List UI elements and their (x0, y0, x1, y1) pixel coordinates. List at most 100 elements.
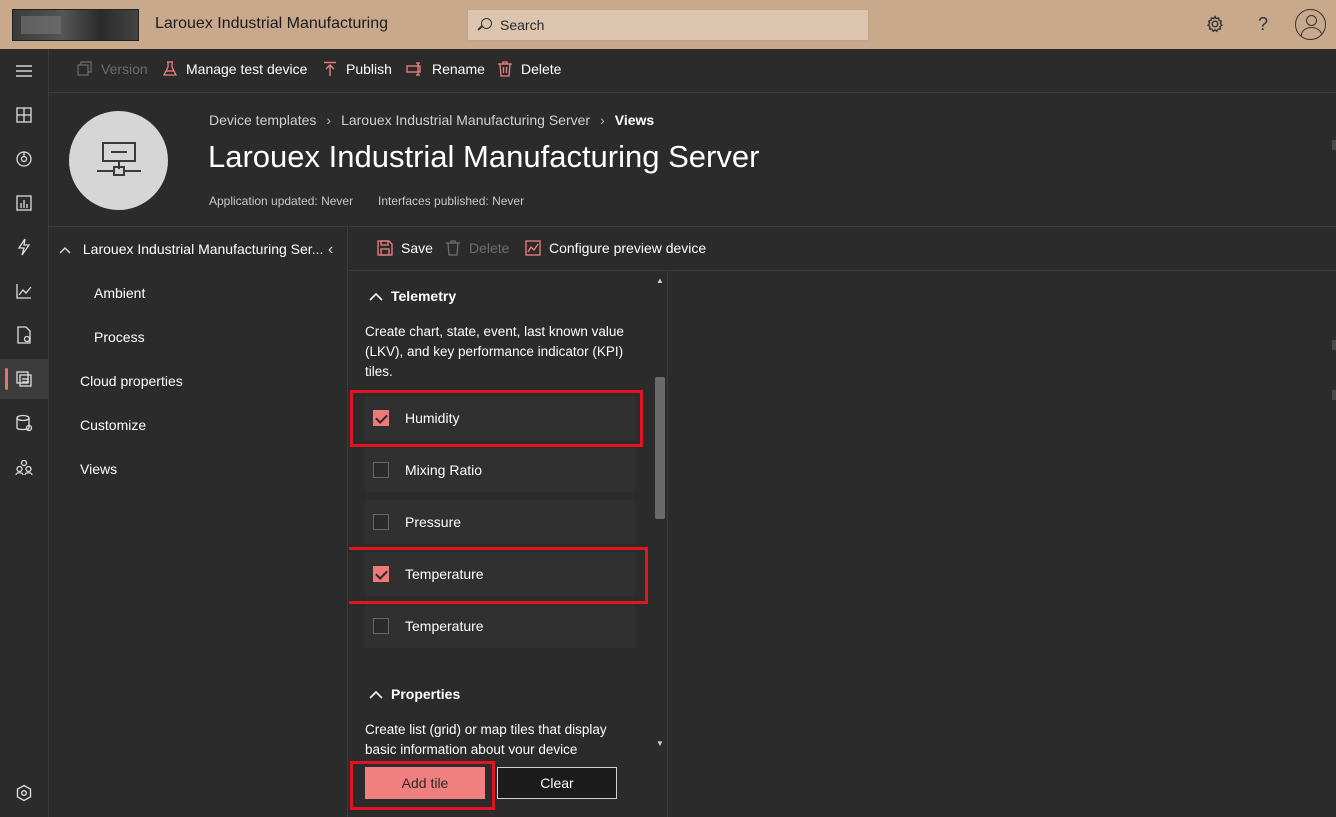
manage-test-device-label: Manage test device (186, 61, 308, 77)
rules-icon[interactable] (0, 227, 48, 267)
tree-item-customize[interactable]: Customize (80, 417, 146, 433)
search-icon (478, 18, 492, 32)
device-template-avatar (69, 111, 168, 210)
analytics-icon[interactable] (0, 183, 48, 223)
page-title: Larouex Industrial Manufacturing Server (208, 139, 760, 174)
search-box[interactable] (467, 9, 869, 41)
page-header: Device templates › Larouex Industrial Ma… (49, 93, 1336, 226)
edge-marker (1332, 390, 1336, 400)
search-input[interactable] (500, 17, 860, 33)
properties-heading: Properties (391, 686, 461, 702)
highlight-box-add-tile (350, 761, 495, 810)
user-avatar-icon[interactable] (1295, 9, 1326, 40)
tree-root[interactable]: Larouex Industrial Manufacturing Ser... (59, 241, 323, 257)
upload-arrow-icon (322, 61, 338, 77)
version-button[interactable]: Version (77, 61, 148, 77)
data-export-icon[interactable] (0, 403, 48, 443)
help-label: ? (1257, 13, 1268, 34)
publish-button[interactable]: Publish (322, 61, 392, 77)
checkbox[interactable] (373, 618, 389, 634)
configure-preview-device-button[interactable]: Configure preview device (525, 240, 706, 256)
hamburger-menu-icon[interactable] (0, 51, 48, 91)
checkbox[interactable] (373, 462, 389, 478)
delete-tile-label: Delete (469, 240, 510, 256)
tile-library-panel: ▲ ▼ Telemetry Create chart, state, event… (349, 271, 668, 817)
chevron-up-icon (369, 686, 383, 702)
copy-icon (77, 61, 93, 77)
dashboard-canvas[interactable] (668, 271, 1336, 817)
manage-test-device-button[interactable]: Manage test device (162, 61, 307, 77)
properties-section-header[interactable]: Properties (369, 686, 460, 702)
telemetry-item-label: Temperature (405, 618, 484, 634)
chevron-right-icon: › (600, 112, 605, 128)
breadcrumb-template-name[interactable]: Larouex Industrial Manufacturing Server (341, 112, 590, 128)
configure-preview-label: Configure preview device (549, 240, 707, 256)
jobs-icon[interactable] (0, 315, 48, 355)
application-updated: Application updated: Never (209, 194, 354, 208)
checkbox[interactable] (373, 514, 389, 530)
tree-item-cloud-properties[interactable]: Cloud properties (80, 373, 183, 389)
telemetry-heading: Telemetry (391, 288, 457, 304)
gear-icon[interactable] (1203, 12, 1227, 36)
breadcrumb: Device templates › Larouex Industrial Ma… (209, 112, 654, 128)
rename-icon (406, 61, 424, 77)
editor-command-bar: Save Delete Configure preview device (349, 226, 1336, 271)
line-chart-icon[interactable] (0, 271, 48, 311)
delete-button[interactable]: Delete (497, 61, 561, 77)
top-header: Larouex Industrial Manufacturing ? (0, 0, 1336, 49)
template-tree: Larouex Industrial Manufacturing Ser... … (49, 226, 348, 817)
chevron-up-icon[interactable] (59, 241, 73, 257)
clear-button[interactable]: Clear (497, 767, 617, 799)
chevron-right-icon: › (326, 112, 332, 128)
server-icon (96, 141, 141, 176)
delete-label: Delete (521, 61, 562, 77)
breadcrumb-current: Views (614, 112, 655, 128)
device-templates-icon[interactable] (0, 359, 48, 399)
highlight-box-temperature (349, 547, 648, 604)
rename-label: Rename (432, 61, 485, 77)
tree-root-label: Larouex Industrial Manufacturing Ser... (82, 241, 324, 257)
save-label: Save (401, 240, 433, 256)
administration-icon[interactable] (0, 773, 48, 813)
trash-icon (445, 240, 461, 256)
highlight-box-humidity (350, 390, 643, 447)
telemetry-section-header[interactable]: Telemetry (369, 288, 456, 304)
chevron-up-icon (369, 288, 383, 304)
tree-item-ambient[interactable]: Ambient (94, 285, 145, 301)
delete-tile-button[interactable]: Delete (445, 240, 509, 256)
tree-item-views[interactable]: Views (80, 461, 117, 477)
tree-item-process[interactable]: Process (94, 329, 145, 345)
rename-button[interactable]: Rename (406, 61, 485, 77)
save-icon (377, 240, 393, 256)
users-icon[interactable] (0, 447, 48, 487)
edge-marker (1332, 340, 1336, 350)
publish-label: Publish (346, 61, 392, 77)
telemetry-item-pressure[interactable]: Pressure (365, 500, 635, 544)
left-nav-rail (0, 49, 49, 817)
dashboard-icon[interactable] (0, 95, 48, 135)
telemetry-item-temperature-2[interactable]: Temperature (365, 604, 635, 648)
telemetry-item-label: Pressure (405, 514, 462, 530)
help-icon[interactable]: ? (1251, 12, 1275, 36)
scroll-down-icon[interactable]: ▼ (656, 739, 664, 748)
edge-marker (1332, 140, 1336, 150)
app-logo[interactable] (12, 9, 139, 41)
collapse-panel-icon[interactable]: ‹ (328, 241, 333, 259)
interfaces-published: Interfaces published: Never (378, 194, 525, 208)
library-scrollbar[interactable]: ▲ ▼ (652, 273, 667, 753)
flask-icon (162, 61, 178, 77)
breadcrumb-device-templates[interactable]: Device templates (209, 112, 316, 128)
app-title[interactable]: Larouex Industrial Manufacturing (155, 15, 388, 33)
trash-icon (497, 61, 513, 77)
scrollbar-thumb[interactable] (655, 377, 665, 519)
properties-description: Create list (grid) or map tiles that dis… (365, 722, 607, 754)
version-label: Version (101, 61, 148, 77)
telemetry-description: Create chart, state, event, last known v… (365, 324, 624, 379)
telemetry-item-mixing-ratio[interactable]: Mixing Ratio (365, 448, 635, 492)
chart-preview-icon (525, 240, 541, 256)
telemetry-item-label: Mixing Ratio (405, 462, 483, 478)
devices-icon[interactable] (0, 139, 48, 179)
scroll-up-icon[interactable]: ▲ (656, 276, 664, 285)
command-bar: Version Manage test device Publish Renam… (49, 49, 1336, 93)
save-button[interactable]: Save (377, 240, 433, 256)
